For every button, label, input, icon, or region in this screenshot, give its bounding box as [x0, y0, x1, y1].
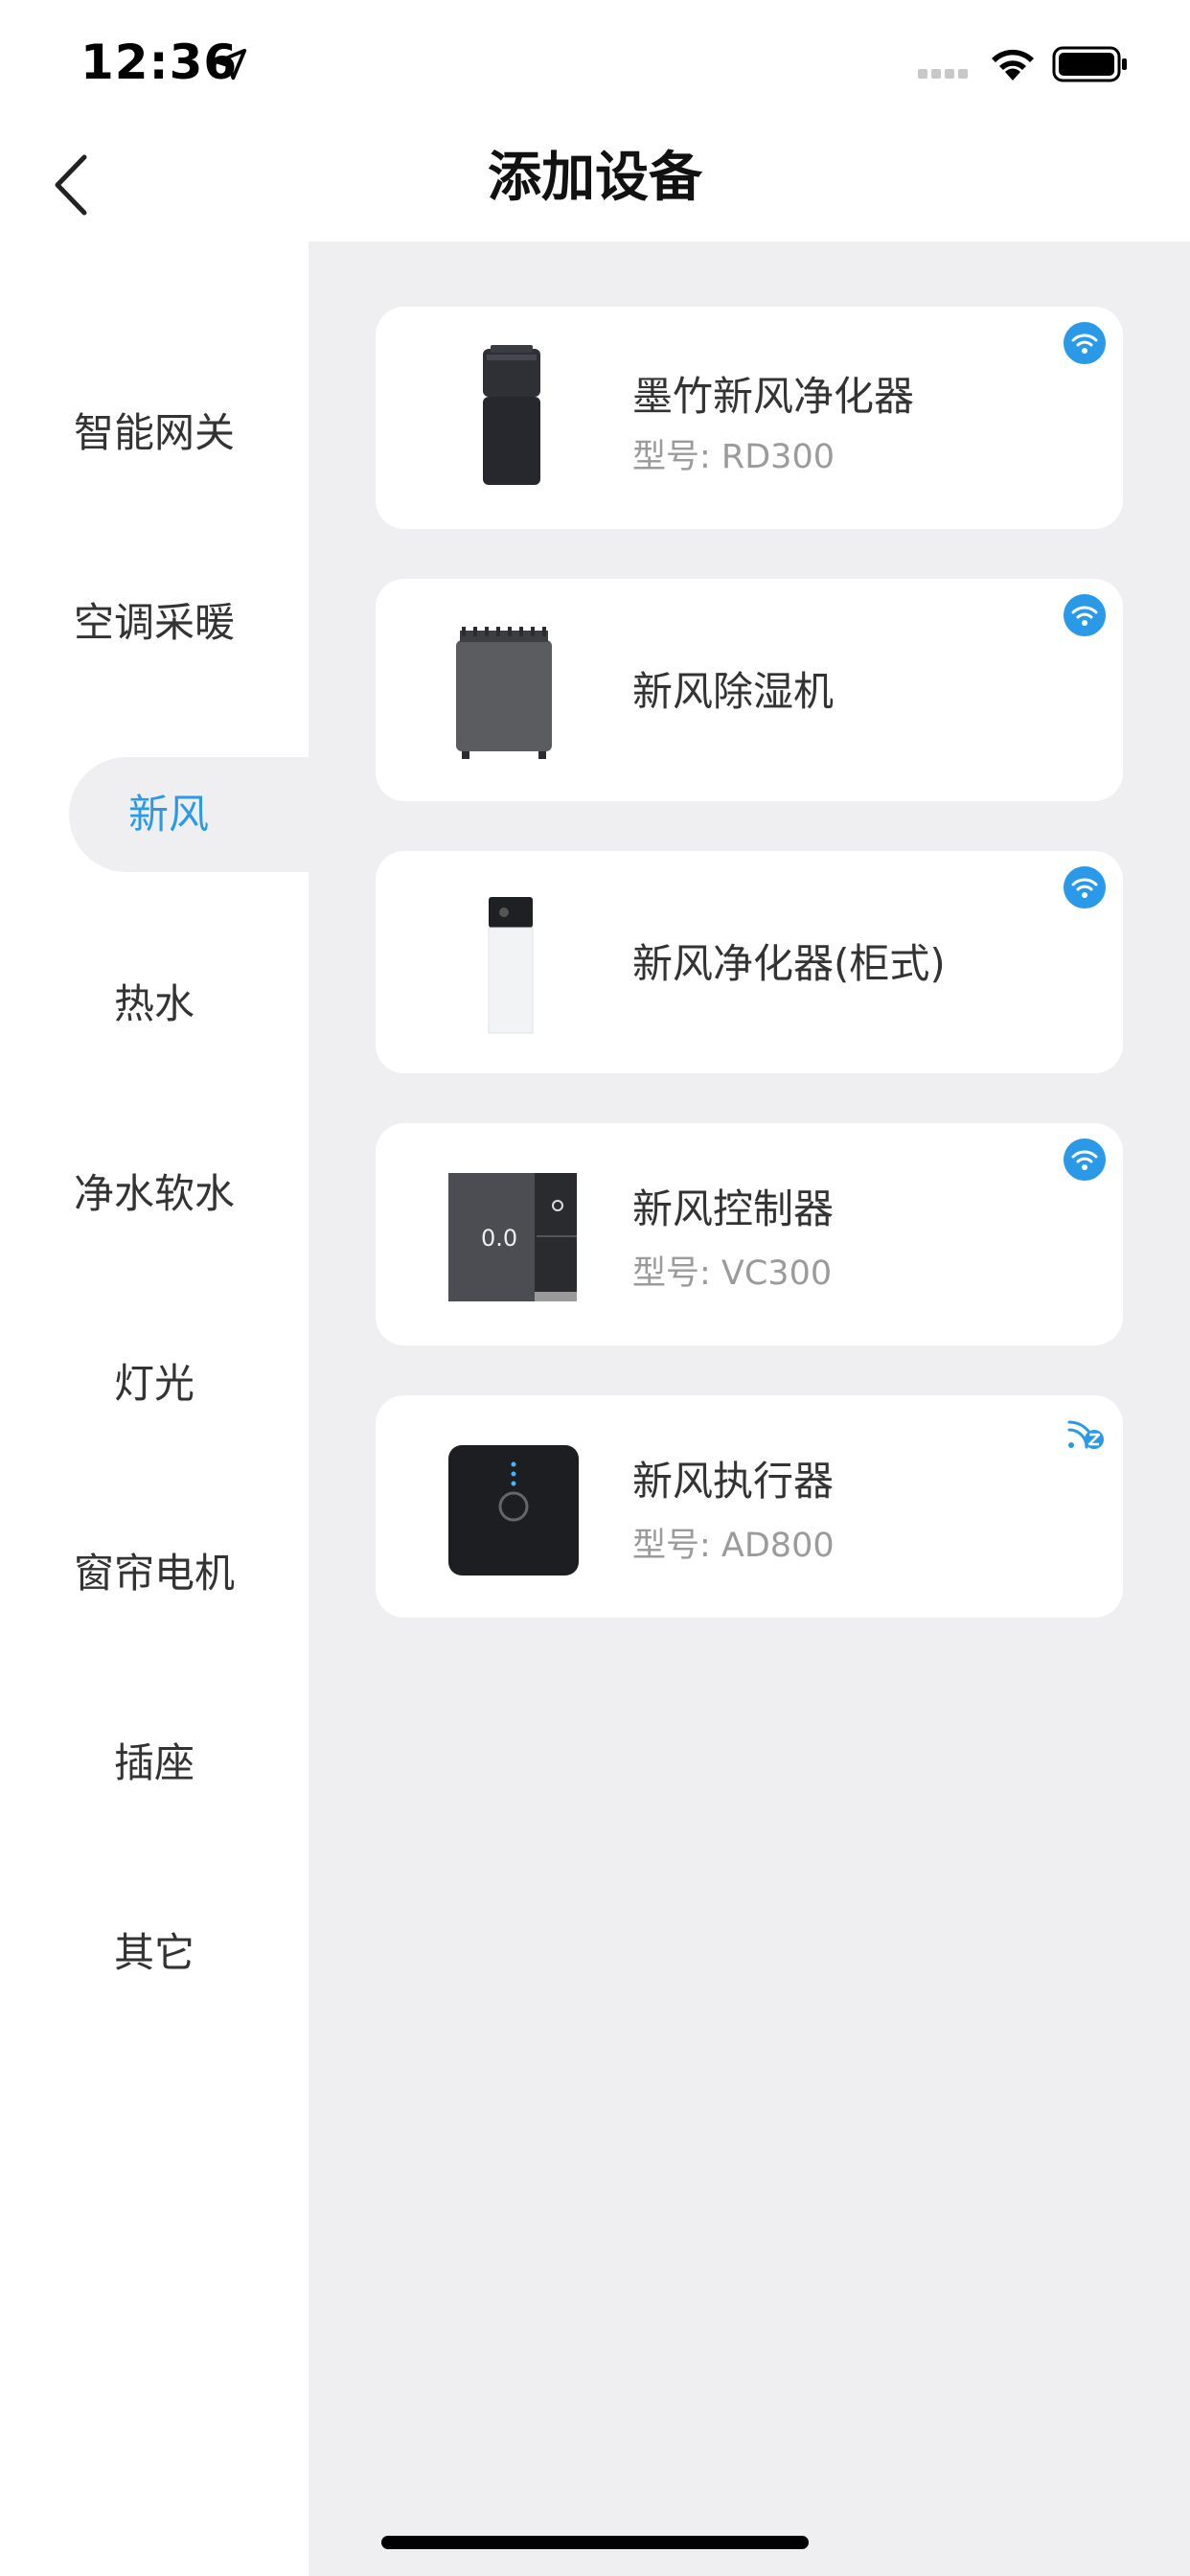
device-card-rd300[interactable]: 墨竹新风净化器 型号: RD300: [376, 307, 1123, 529]
sidebar-item-gateway[interactable]: 智能网关: [0, 376, 309, 491]
sidebar-item-lighting[interactable]: 灯光: [0, 1326, 309, 1441]
wifi-icon: [1064, 866, 1106, 908]
sidebar-item-fresh-air[interactable]: 新风: [69, 757, 309, 872]
device-card-ad800[interactable]: 新风执行器 型号: AD800: [376, 1395, 1123, 1618]
fresh-air-actuator-image: [448, 1445, 579, 1576]
fresh-air-controller-image: 0.0: [448, 1173, 577, 1301]
page-title: 添加设备: [488, 147, 702, 209]
sidebar-item-other[interactable]: 其它: [0, 1896, 309, 2011]
sidebar-item-socket[interactable]: 插座: [0, 1706, 309, 1821]
back-button[interactable]: [33, 142, 109, 228]
wifi-status-icon: [992, 49, 1034, 80]
device-card-vc300[interactable]: 0.0 新风控制器 型号: VC300: [376, 1123, 1123, 1346]
device-list: 墨竹新风净化器 型号: RD300 新风除湿机 新风净化器(柜式) 0.0 新风…: [309, 242, 1190, 2576]
zigbee-icon: [1067, 1420, 1104, 1449]
device-name: 新风控制器: [632, 1185, 835, 1232]
device-model: 型号: RD300: [632, 438, 835, 476]
device-name: 墨竹新风净化器: [632, 373, 915, 420]
device-name: 新风净化器(柜式): [632, 940, 946, 987]
device-model: 型号: AD800: [632, 1527, 835, 1565]
wifi-icon: [1064, 322, 1106, 364]
cellular-signal-icon: [918, 69, 968, 79]
wifi-icon: [1064, 1138, 1106, 1181]
sidebar-item-curtain-motor[interactable]: 窗帘电机: [0, 1516, 309, 1631]
home-indicator: [381, 2536, 809, 2549]
device-model: 型号: VC300: [632, 1254, 833, 1293]
sidebar-item-hot-water[interactable]: 热水: [0, 947, 309, 1062]
nav-bar: 添加设备: [0, 126, 1190, 242]
location-arrow-icon: [215, 48, 247, 80]
device-name: 新风除湿机: [632, 668, 835, 715]
device-card-dehumidifier[interactable]: 新风除湿机: [376, 579, 1123, 801]
wifi-icon: [1064, 594, 1106, 636]
category-sidebar: 智能网关 空调采暖 新风 热水 净水软水 灯光 窗帘电机 插座 其它: [0, 242, 309, 2576]
sidebar-item-hvac[interactable]: 空调采暖: [0, 565, 309, 680]
sidebar-item-water-purification[interactable]: 净水软水: [0, 1137, 309, 1252]
fresh-air-dehumidifier-image: [456, 627, 552, 759]
chevron-left-icon: [55, 154, 87, 216]
cabinet-air-purifier-image: [488, 897, 534, 1034]
status-bar: 12:36: [0, 0, 1190, 126]
air-purifier-rd300-image: [483, 345, 540, 485]
svg-text:0.0: 0.0: [481, 1225, 517, 1252]
device-card-cabinet-purifier[interactable]: 新风净化器(柜式): [376, 851, 1123, 1073]
battery-icon: [1052, 46, 1127, 82]
device-name: 新风执行器: [632, 1458, 835, 1505]
